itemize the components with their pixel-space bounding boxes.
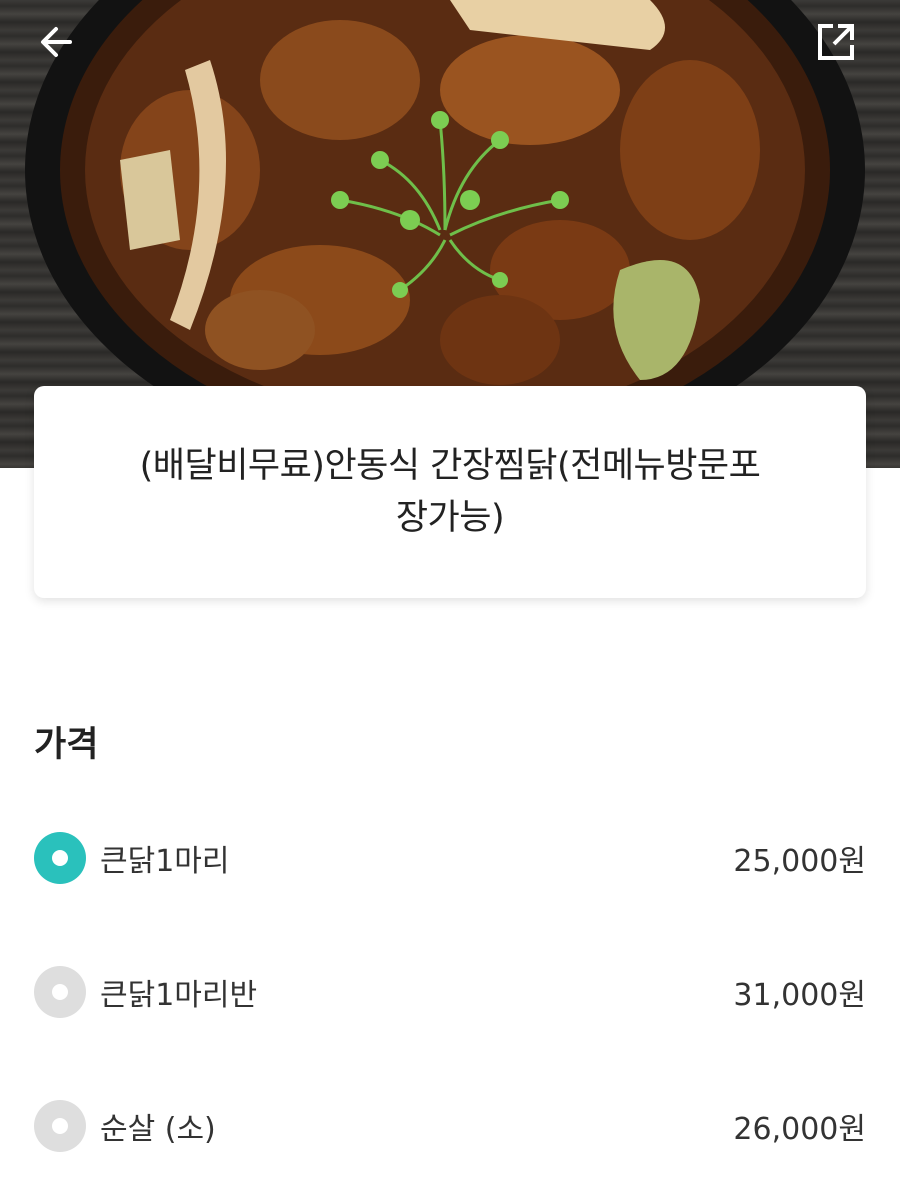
- option-price: 31,000원: [733, 978, 866, 1013]
- menu-title: (배달비무료)안동식 간장찜닭(전메뉴방문포장가능): [139, 446, 761, 538]
- option-label: 큰닭1마리반: [100, 978, 258, 1013]
- price-section-title: 가격: [34, 725, 99, 765]
- arrow-left-icon: [41, 27, 72, 57]
- option-label: 순살 (소): [100, 1112, 216, 1147]
- external-share-icon: [818, 24, 854, 60]
- radio-button[interactable]: [34, 1100, 86, 1152]
- radio-button[interactable]: [34, 966, 86, 1018]
- menu-title-card: (배달비무료)안동식 간장찜닭(전메뉴방문포장가능): [34, 386, 866, 598]
- option-label: 큰닭1마리: [100, 844, 230, 879]
- price-option[interactable]: 큰닭1마리 25,000원: [34, 830, 866, 886]
- price-option[interactable]: 큰닭1마리반 31,000원: [34, 964, 866, 1020]
- price-option[interactable]: 순살 (소) 26,000원: [34, 1098, 866, 1154]
- back-button[interactable]: [36, 22, 84, 70]
- radio-button-selected[interactable]: [34, 832, 86, 884]
- share-button[interactable]: [816, 22, 864, 70]
- option-price: 26,000원: [733, 1112, 866, 1147]
- option-price: 25,000원: [733, 844, 866, 879]
